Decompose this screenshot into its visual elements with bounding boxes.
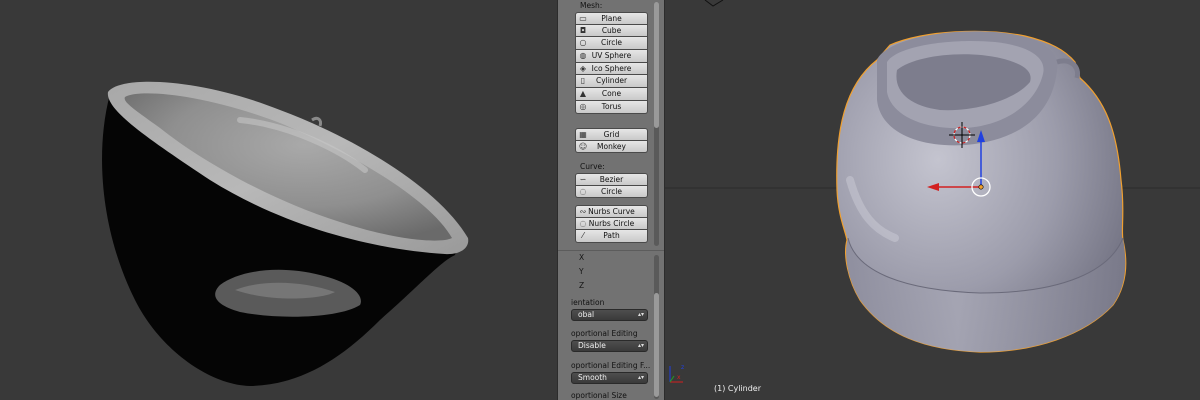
button-label: Plane — [601, 14, 622, 23]
nurbs-curve-icon: ∾ — [579, 207, 587, 216]
scrollbar-thumb[interactable] — [654, 293, 659, 397]
add-bezier-circle-button[interactable]: ◌ Circle — [575, 185, 648, 199]
render-viewport[interactable] — [0, 0, 557, 400]
axis-z-label: Z — [579, 281, 585, 290]
cylinder-object[interactable] — [836, 30, 1127, 353]
operator-properties-panel: X Y Z ientation obal ▴▾ oportional Editi… — [558, 250, 664, 400]
torus-icon: ◎ — [579, 101, 587, 111]
view-axes-gizmo: z x — [669, 364, 684, 383]
scrollbar-thumb[interactable] — [654, 2, 659, 128]
dropdown-value: Disable — [578, 341, 606, 350]
button-label: Monkey — [597, 141, 626, 151]
proportional-editing-dropdown[interactable]: Disable ▴▾ — [571, 340, 648, 352]
button-label: Torus — [601, 101, 622, 111]
button-label: Cylinder — [595, 76, 628, 86]
add-cube-button[interactable]: ◘ Cube — [575, 24, 648, 38]
button-label: Nurbs Circle — [588, 218, 635, 228]
add-nurbs-circle-button[interactable]: ◌ Nurbs Circle — [575, 217, 648, 231]
button-label: Circle — [600, 38, 623, 48]
proportional-falloff-label: oportional Editing F... — [571, 361, 651, 370]
add-ico-sphere-button[interactable]: ◈ Ico Sphere — [575, 62, 648, 76]
dropdown-value: Smooth — [578, 373, 607, 382]
3d-viewport[interactable]: z x (1) Cylinder — [665, 0, 1200, 400]
plane-icon: ▭ — [579, 14, 587, 23]
button-label: Cone — [601, 89, 622, 99]
cube-icon: ◘ — [579, 25, 587, 35]
button-label: Grid — [603, 130, 620, 139]
dropdown-value: obal — [578, 310, 595, 319]
mesh-section-label: Mesh: — [580, 1, 603, 10]
add-primitive-panel: Mesh: ▭ Plane ◘ Cube ○ Circle ◍ UV Sphere ◈ I… — [558, 0, 664, 248]
curve-button-group: ∽ Bezier ◌ Circle — [575, 173, 648, 199]
add-plane-button[interactable]: ▭ Plane — [575, 12, 648, 25]
add-circle-button[interactable]: ○ Circle — [575, 37, 648, 51]
circle-icon: ○ — [579, 38, 587, 48]
svg-text:z: z — [681, 364, 684, 371]
bezier-icon: ∽ — [579, 175, 587, 184]
mesh-button-group: ▭ Plane ◘ Cube ○ Circle ◍ UV Sphere ◈ Ico Sph… — [575, 12, 648, 114]
proportional-editing-label: oportional Editing — [571, 329, 638, 338]
orientation-dropdown[interactable]: obal ▴▾ — [571, 309, 648, 321]
proportional-falloff-dropdown[interactable]: Smooth ▴▾ — [571, 372, 648, 384]
add-grid-button[interactable]: ▦ Grid — [575, 128, 648, 141]
add-cone-button[interactable]: ▲ Cone — [575, 88, 648, 101]
add-bezier-button[interactable]: ∽ Bezier — [575, 173, 648, 186]
object-origin-icon — [978, 184, 984, 190]
axis-x-label: X — [579, 253, 585, 262]
mesh-button-group-2: ▦ Grid ☺ Monkey — [575, 128, 648, 154]
updown-arrows-icon: ▴▾ — [637, 374, 644, 381]
add-nurbs-curve-button[interactable]: ∾ Nurbs Curve — [575, 205, 648, 218]
uv-sphere-icon: ◍ — [579, 51, 587, 61]
add-uv-sphere-button[interactable]: ◍ UV Sphere — [575, 50, 648, 63]
button-label: Nurbs Curve — [588, 207, 635, 216]
curve-button-group-2: ∾ Nurbs Curve ◌ Nurbs Circle ⁄ Path — [575, 205, 648, 244]
panel-scrollbar[interactable] — [654, 255, 659, 399]
add-torus-button[interactable]: ◎ Torus — [575, 100, 648, 114]
updown-arrows-icon: ▴▾ — [637, 342, 644, 349]
updown-arrows-icon: ▴▾ — [637, 311, 644, 318]
button-label: UV Sphere — [591, 51, 632, 61]
svg-text:x: x — [677, 374, 681, 381]
active-object-label: (1) Cylinder — [714, 384, 761, 393]
rendered-bowl — [102, 81, 469, 386]
cone-icon: ▲ — [579, 89, 587, 99]
monkey-icon: ☺ — [578, 141, 588, 151]
axis-y-label: Y — [579, 267, 584, 276]
button-label: Bezier — [599, 175, 624, 184]
add-monkey-button[interactable]: ☺ Monkey — [575, 140, 648, 154]
button-label: Ico Sphere — [591, 63, 632, 73]
add-path-button[interactable]: ⁄ Path — [575, 230, 648, 244]
grid-icon: ▦ — [579, 130, 587, 139]
button-label: Path — [603, 231, 620, 241]
curve-section-label: Curve: — [580, 162, 605, 171]
ico-sphere-icon: ◈ — [579, 63, 587, 73]
bezier-circle-icon: ◌ — [579, 186, 587, 196]
nurbs-circle-icon: ◌ — [579, 218, 587, 228]
panel-scrollbar[interactable] — [654, 2, 659, 246]
add-cylinder-button[interactable]: ▯ Cylinder — [575, 75, 648, 89]
cylinder-icon: ▯ — [580, 76, 586, 86]
viewport-scene: z x — [665, 0, 1200, 383]
tool-shelf: Mesh: ▭ Plane ◘ Cube ○ Circle ◍ UV Sphere ◈ I… — [557, 0, 665, 400]
button-label: Cube — [601, 25, 622, 35]
button-label: Circle — [600, 186, 623, 196]
path-icon: ⁄ — [582, 231, 584, 241]
orientation-label: ientation — [571, 298, 605, 307]
blender-window: Mesh: ▭ Plane ◘ Cube ○ Circle ◍ UV Sphere ◈ I… — [0, 0, 1200, 400]
proportional-size-label: oportional Size — [571, 391, 627, 400]
